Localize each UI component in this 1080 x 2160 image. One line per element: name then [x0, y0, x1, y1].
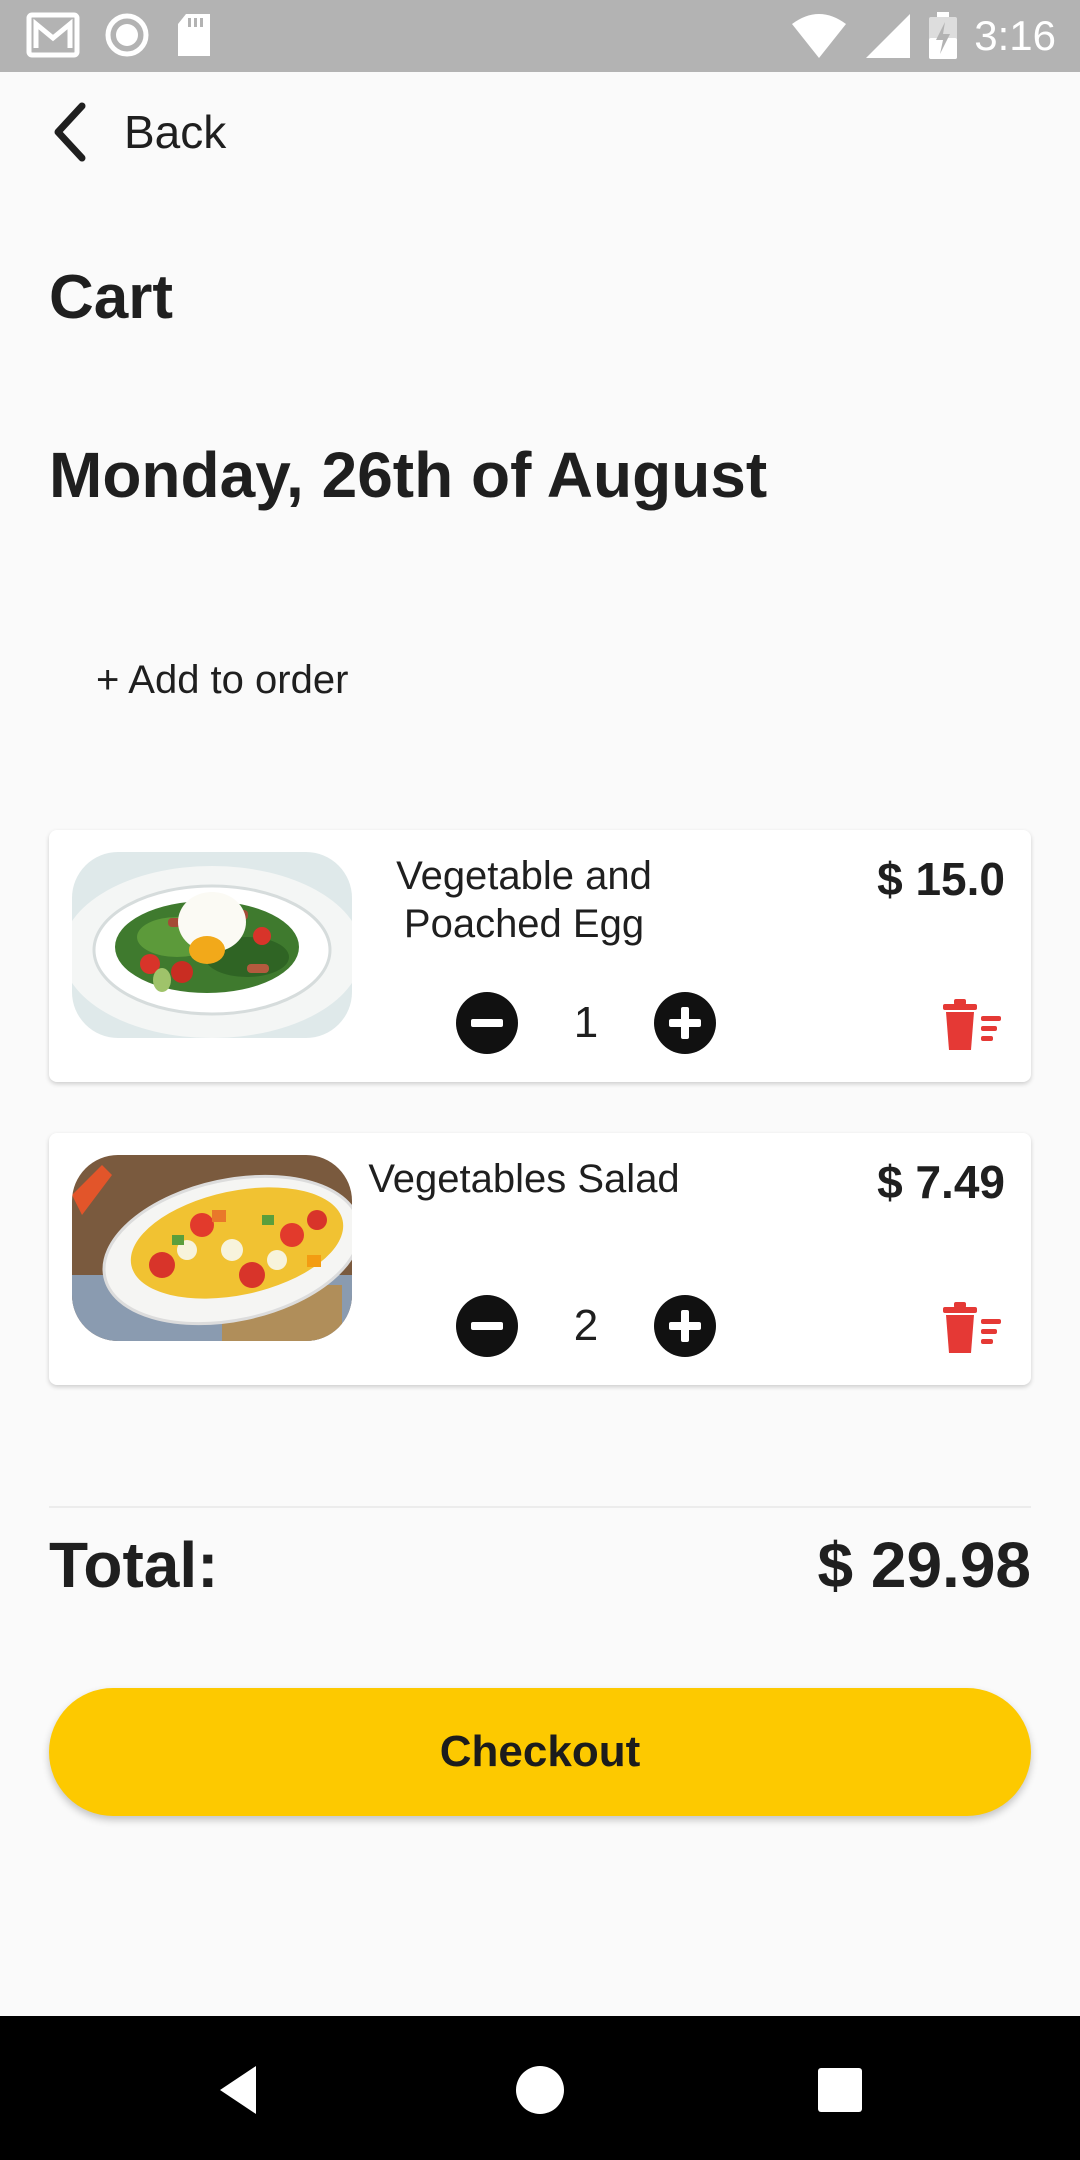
item-quantity: 2 — [573, 1301, 599, 1350]
delete-item-button[interactable] — [939, 998, 1003, 1052]
status-time: 3:16 — [974, 12, 1056, 59]
delete-item-button[interactable] — [939, 1301, 1003, 1355]
signal-icon — [866, 14, 911, 58]
total-value: $ 29.98 — [817, 1529, 1031, 1601]
chevron-left-icon — [54, 102, 86, 162]
minus-icon — [471, 1019, 503, 1027]
divider — [49, 1506, 1031, 1508]
home-circle-icon[interactable] — [510, 2060, 570, 2120]
item-price: $ 15.0 — [877, 853, 1005, 905]
add-to-order-link[interactable]: + Add to order — [96, 658, 348, 703]
decrease-quantity-button[interactable] — [456, 992, 518, 1054]
back-button[interactable]: Back — [50, 96, 226, 168]
back-label: Back — [124, 106, 227, 158]
item-name: Vegetable and Poached Egg — [396, 854, 652, 946]
battery-charging-icon — [929, 12, 958, 59]
cart-item-card: Vegetable and Poached Egg $ 15.0 1 — [49, 830, 1031, 1082]
increase-quantity-button[interactable] — [654, 992, 716, 1054]
status-bar: 3:16 — [0, 0, 1080, 72]
increase-quantity-button[interactable] — [654, 1295, 716, 1357]
trash-icon — [943, 999, 1001, 1050]
item-quantity: 1 — [573, 998, 599, 1047]
trash-icon — [943, 1302, 1001, 1353]
system-nav-bar — [0, 2016, 1080, 2160]
total-label: Total: — [49, 1529, 219, 1601]
cart-screen: 3:16 Back Cart Monday, 26th of August + … — [0, 0, 1080, 2160]
record-icon — [105, 13, 149, 57]
page-title: Cart — [49, 263, 174, 332]
sd-card-icon — [178, 14, 210, 56]
cart-item-card: Vegetables Salad $ 7.49 2 — [49, 1133, 1031, 1385]
wifi-icon — [792, 14, 847, 58]
minus-icon — [471, 1322, 503, 1330]
order-date-heading: Monday, 26th of August — [49, 439, 768, 511]
recents-square-icon[interactable] — [810, 2060, 870, 2120]
poached-egg-salad-photo — [72, 852, 352, 1038]
gmail-icon — [26, 12, 80, 58]
quantity-stepper: 1 — [456, 992, 766, 1054]
status-notifications — [26, 12, 214, 58]
checkout-button[interactable]: Checkout — [49, 1688, 1031, 1816]
back-triangle-icon[interactable] — [210, 2060, 270, 2120]
item-price: $ 7.49 — [877, 1156, 1005, 1208]
vegetable-salad-photo — [72, 1155, 352, 1341]
status-system: 3:16 — [790, 8, 1056, 64]
decrease-quantity-button[interactable] — [456, 1295, 518, 1357]
quantity-stepper: 2 — [456, 1295, 766, 1357]
item-name: Vegetables Salad — [368, 1157, 680, 1201]
